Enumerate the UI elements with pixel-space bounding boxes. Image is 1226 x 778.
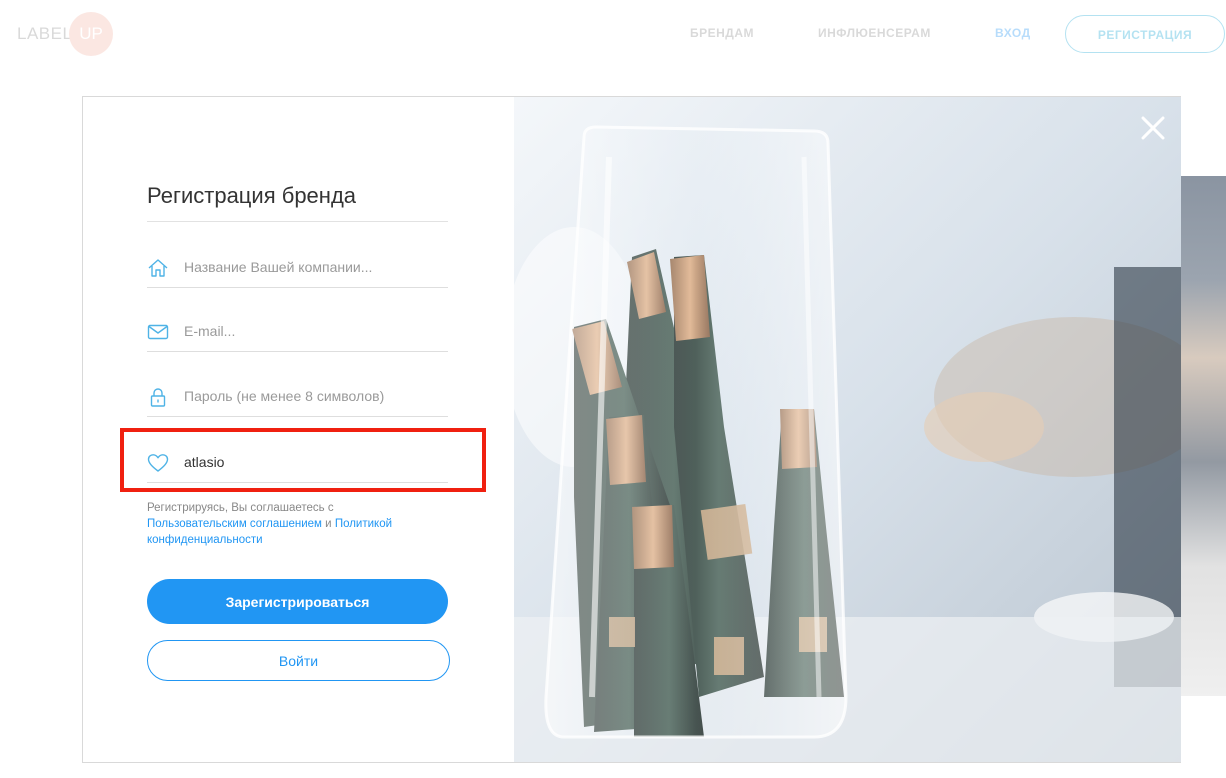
- email-input[interactable]: [184, 319, 444, 343]
- company-name-field: [147, 247, 448, 288]
- logo-text[interactable]: LABEL: [17, 24, 72, 44]
- nav-influencers-link[interactable]: ИНФЛЮЕНСЕРАМ: [818, 26, 931, 40]
- background-image-strip: [1181, 176, 1226, 696]
- mail-icon: [147, 321, 169, 343]
- logo-badge[interactable]: UP: [69, 12, 113, 56]
- brand-registration-modal: Регистрация бренда Название Вашей компан…: [82, 96, 1181, 763]
- nav-login-link[interactable]: ВХОД: [995, 26, 1031, 40]
- top-navigation: LABEL UP БРЕНДАМ ИНФЛЮЕНСЕРАМ ВХОД РЕГИС…: [0, 0, 1226, 70]
- email-field: [147, 311, 448, 352]
- champagne-photo-illustration: [514, 97, 1181, 762]
- terms-prefix: Регистрируясь, Вы соглашаетесь с: [147, 502, 334, 514]
- company-name-input[interactable]: [184, 255, 444, 279]
- home-icon: [147, 257, 169, 279]
- password-field: [147, 376, 448, 417]
- register-button[interactable]: Зарегистрироваться: [147, 579, 448, 624]
- login-button[interactable]: Войти: [147, 640, 450, 681]
- user-agreement-link[interactable]: Пользовательским соглашением: [147, 518, 322, 530]
- lock-icon: [147, 386, 169, 408]
- terms-and: и: [325, 518, 332, 530]
- promo-photo: [514, 97, 1181, 762]
- title-divider: [147, 221, 448, 222]
- close-icon[interactable]: [1139, 114, 1167, 142]
- registration-form: Регистрация бренда Название Вашей компан…: [83, 97, 514, 762]
- nav-register-button[interactable]: РЕГИСТРАЦИЯ: [1065, 15, 1225, 53]
- form-title: Регистрация бренда: [147, 183, 357, 208]
- password-input[interactable]: [184, 384, 444, 408]
- terms-text: Регистрируясь, Вы соглашаетесь с Пользов…: [147, 500, 447, 548]
- nav-brands-link[interactable]: БРЕНДАМ: [690, 26, 754, 40]
- promo-field-highlight: [120, 428, 486, 492]
